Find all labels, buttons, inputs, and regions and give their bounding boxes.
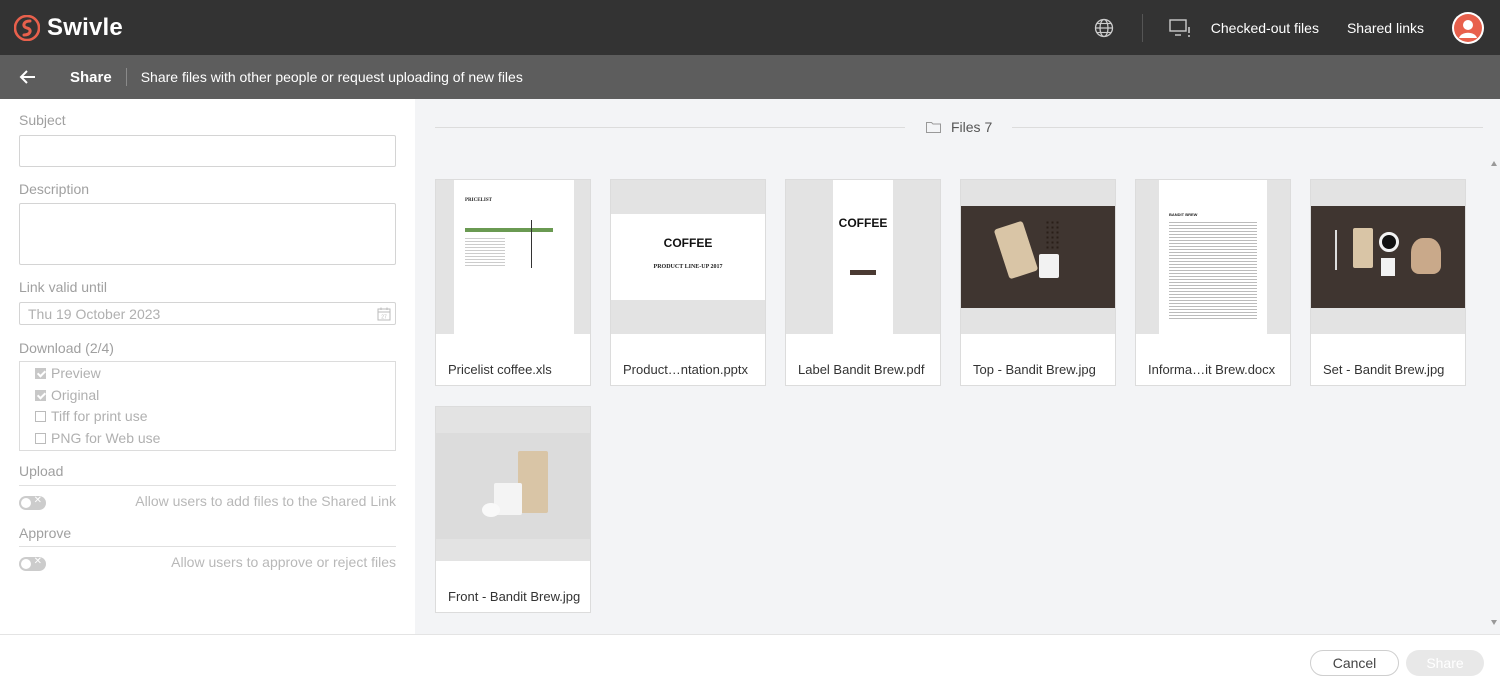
- back-arrow-icon[interactable]: [19, 68, 37, 86]
- file-card[interactable]: Top - Bandit Brew.jpg: [960, 179, 1116, 386]
- folder-icon: [926, 122, 941, 133]
- description-input[interactable]: [19, 203, 396, 265]
- cancel-button[interactable]: Cancel: [1310, 650, 1399, 676]
- files-header: Files 7: [435, 119, 1483, 135]
- file-name: Informa…it Brew.docx: [1148, 362, 1276, 377]
- upload-divider: [19, 485, 396, 486]
- file-name: Front - Bandit Brew.jpg: [448, 589, 581, 604]
- scroll-down-arrow[interactable]: [1491, 620, 1497, 625]
- file-thumbnail: PRICELIST: [436, 180, 590, 334]
- shared-links-link[interactable]: Shared links: [1347, 20, 1424, 36]
- app-logo[interactable]: Swivle: [14, 14, 123, 42]
- toggle-off-icon: ✕: [33, 495, 42, 506]
- app-name: Swivle: [47, 13, 123, 41]
- file-card[interactable]: Set - Bandit Brew.jpg: [1310, 179, 1466, 386]
- download-option-label: Tiff for print use: [51, 408, 148, 424]
- file-card[interactable]: PRICELIST Pricelist coffee.xls: [435, 179, 591, 386]
- file-thumbnail: BANDIT BREW: [1136, 180, 1290, 334]
- upload-toggle[interactable]: ✕: [19, 495, 46, 510]
- link-valid-label: Link valid until: [19, 279, 107, 295]
- scroll-up-arrow[interactable]: [1491, 161, 1497, 166]
- topbar-divider: [1141, 13, 1143, 42]
- download-option-preview[interactable]: Preview: [35, 365, 101, 381]
- thumb-heading: COFFEE: [663, 236, 713, 250]
- download-option-original[interactable]: Original: [35, 387, 99, 403]
- download-option-label: PNG for Web use: [51, 430, 161, 446]
- top-bar: Swivle Checked-out files Shared links: [0, 0, 1500, 55]
- file-card[interactable]: COFFEE PRODUCT LINE-UP 2017 Product…ntat…: [610, 179, 766, 386]
- approve-toggle[interactable]: ✕: [19, 556, 46, 571]
- upload-label: Upload: [19, 463, 64, 479]
- files-header-line: [1012, 127, 1483, 128]
- upload-toggle-text: Allow users to add files to the Shared L…: [135, 493, 396, 509]
- download-option-label: Original: [51, 387, 100, 403]
- approve-toggle-text: Allow users to approve or reject files: [171, 554, 396, 570]
- footer-bar: Cancel Share: [0, 634, 1500, 689]
- checkbox-unchecked[interactable]: [35, 432, 46, 444]
- download-label: Download (2/4): [19, 340, 114, 356]
- checked-out-files-link[interactable]: Checked-out files: [1211, 20, 1319, 36]
- monitor-alert-icon[interactable]: [1169, 18, 1191, 38]
- file-name: Pricelist coffee.xls: [448, 362, 552, 377]
- thumb-subheading: PRODUCT LINE-UP 2017: [653, 264, 723, 270]
- approve-label: Approve: [19, 525, 72, 541]
- avatar[interactable]: [1452, 11, 1484, 44]
- file-card[interactable]: BANDIT BREW Informa…it Brew.docx: [1135, 179, 1291, 386]
- file-thumbnail: [961, 180, 1115, 334]
- share-form: Subject Description Link valid until Thu…: [0, 99, 415, 634]
- subject-label: Subject: [19, 112, 66, 128]
- file-name: Product…ntation.pptx: [623, 362, 749, 377]
- subject-input[interactable]: [19, 135, 396, 167]
- globe-icon[interactable]: [1094, 18, 1114, 38]
- share-button[interactable]: Share: [1406, 650, 1484, 676]
- file-thumbnail: [1311, 180, 1465, 334]
- files-header-line: [435, 127, 905, 128]
- page-title: Share: [70, 68, 112, 86]
- approve-divider: [19, 546, 396, 547]
- sub-bar: Share Share files with other people or r…: [0, 55, 1500, 99]
- link-valid-date-field[interactable]: Thu 19 October 2023 27: [19, 302, 396, 325]
- file-name: Set - Bandit Brew.jpg: [1323, 362, 1445, 377]
- page-description: Share files with other people or request…: [140, 69, 523, 85]
- download-option-png[interactable]: PNG for Web use: [35, 430, 160, 446]
- checkbox-unchecked[interactable]: [35, 410, 46, 422]
- file-thumbnail: [436, 407, 590, 561]
- files-title: Files 7: [926, 119, 992, 135]
- svg-text:27: 27: [381, 315, 387, 321]
- file-card[interactable]: Front - Bandit Brew.jpg: [435, 406, 591, 613]
- file-name: Top - Bandit Brew.jpg: [973, 362, 1096, 377]
- checkbox-checked[interactable]: [35, 389, 46, 401]
- toggle-off-icon: ✕: [33, 556, 42, 567]
- download-option-label: Preview: [51, 365, 101, 381]
- download-options: Preview Original Tiff for print use PNG …: [19, 361, 396, 451]
- file-thumbnail: COFFEE: [786, 180, 940, 334]
- link-valid-date-value: Thu 19 October 2023: [28, 306, 161, 322]
- description-label: Description: [19, 181, 90, 197]
- files-count: Files 7: [951, 119, 993, 135]
- file-card[interactable]: COFFEE Label Bandit Brew.pdf: [785, 179, 941, 386]
- file-thumbnail: COFFEE PRODUCT LINE-UP 2017: [611, 180, 765, 334]
- thumb-heading: COFFEE: [838, 216, 888, 230]
- checkbox-checked[interactable]: [35, 367, 46, 379]
- swivle-logo-icon: [14, 14, 40, 41]
- file-name: Label Bandit Brew.pdf: [798, 362, 925, 377]
- files-panel: Files 7 PRICELIST Pricelist coffee.xls C…: [415, 99, 1500, 634]
- download-option-tiff[interactable]: Tiff for print use: [35, 408, 147, 424]
- thumb-heading: BANDIT BREW: [1169, 212, 1198, 217]
- calendar-icon[interactable]: 27: [377, 307, 391, 321]
- thumb-heading: PRICELIST: [465, 198, 492, 203]
- avatar-icon: [1454, 13, 1482, 42]
- subbar-divider: [125, 68, 127, 86]
